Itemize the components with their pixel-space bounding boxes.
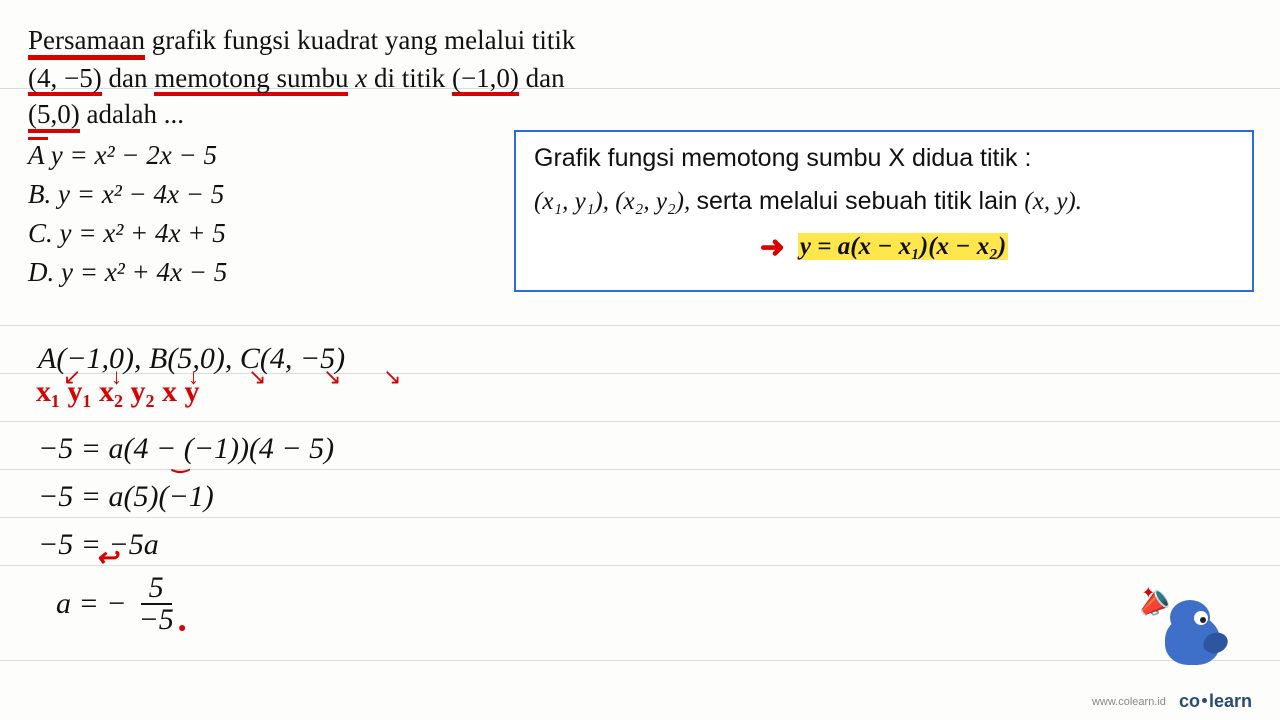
page: Persamaan grafik fungsi kuadrat yang mel… (0, 0, 1280, 720)
arrow-down-icon: ↓ (188, 364, 199, 390)
work-step-3: −5 = −5a ↩ (38, 521, 345, 569)
mascot-icon: ✦ 📣 (1130, 590, 1240, 675)
formula-text: serta melalui sebuah titik lain (696, 187, 1024, 215)
fraction: 5 −5 (131, 573, 182, 635)
arrow-down-icon: ↓ (111, 364, 122, 390)
ruled-line (0, 660, 1280, 661)
brand-part-b: learn (1209, 691, 1252, 711)
work-step-2: −5 = a(5)(−1) (38, 473, 345, 521)
question-text-mid: dan (526, 63, 565, 93)
question-point-1: (4, −5) (28, 66, 102, 97)
fraction-den: −5 (131, 605, 182, 635)
formula-line-2: (x₁, y₁), (x₂, y₂), serta melalui sebuah… (534, 187, 1234, 216)
formula-equation-row: ➜ y = a(x − x₁)(x − x₂) (534, 230, 1234, 265)
question-text-mid: dan (108, 63, 154, 93)
footer-brand: colearn (1179, 691, 1252, 711)
formula-box: Grafik fungsi memotong sumbu X didua tit… (514, 130, 1254, 292)
question-point-2: (−1,0) (452, 66, 519, 97)
question-text-mid: adalah ... (86, 99, 183, 129)
horn-icon: 📣 (1134, 586, 1173, 623)
footer: www.colearn.id colearn (1092, 691, 1252, 712)
arrow-right-icon: ➜ (760, 230, 785, 265)
fraction-num: 5 (141, 573, 172, 605)
dot-mark-icon: ● (178, 621, 186, 637)
question-var-x: x (355, 63, 374, 93)
question-text: Persamaan grafik fungsi kuadrat yang mel… (28, 22, 688, 133)
underline-mark-icon: ‿ (173, 449, 189, 474)
question-text-mid: di titik (374, 63, 452, 93)
arrow-down-icon: ↘ (248, 364, 266, 390)
brand-part-a: co (1179, 691, 1200, 711)
question-continuation: grafik fungsi kuadrat yang melalui titik (152, 25, 576, 55)
dot-icon (1202, 698, 1207, 703)
arrow-down-icon: ↘ (323, 364, 341, 390)
mascot-eye (1194, 611, 1208, 625)
formula-title: Grafik fungsi memotong sumbu X didua tit… (534, 144, 1234, 173)
work-step-4-lhs: a = − (56, 587, 127, 621)
question-keyword: Persamaan (28, 28, 145, 60)
formula-point-xy: (x, y). (1024, 188, 1082, 215)
footer-url: www.colearn.id (1092, 696, 1166, 708)
question-point-3: (5,0) (28, 102, 80, 133)
arrow-down-icon: ↘ (383, 364, 401, 390)
question-phrase: memotong sumbu (154, 66, 348, 97)
work-step-1: −5 = a(4 − (−1))(4 − 5) ‿ (38, 425, 345, 473)
formula-equation: y = a(x − x₁)(x − x₂) (798, 233, 1008, 260)
arrow-down-icon: ↙ (63, 364, 81, 390)
ruled-line (0, 325, 1280, 326)
formula-points: (x₁, y₁), (x₂, y₂), (534, 188, 696, 215)
work-step-4: a = − 5 −5 ● (38, 569, 345, 639)
